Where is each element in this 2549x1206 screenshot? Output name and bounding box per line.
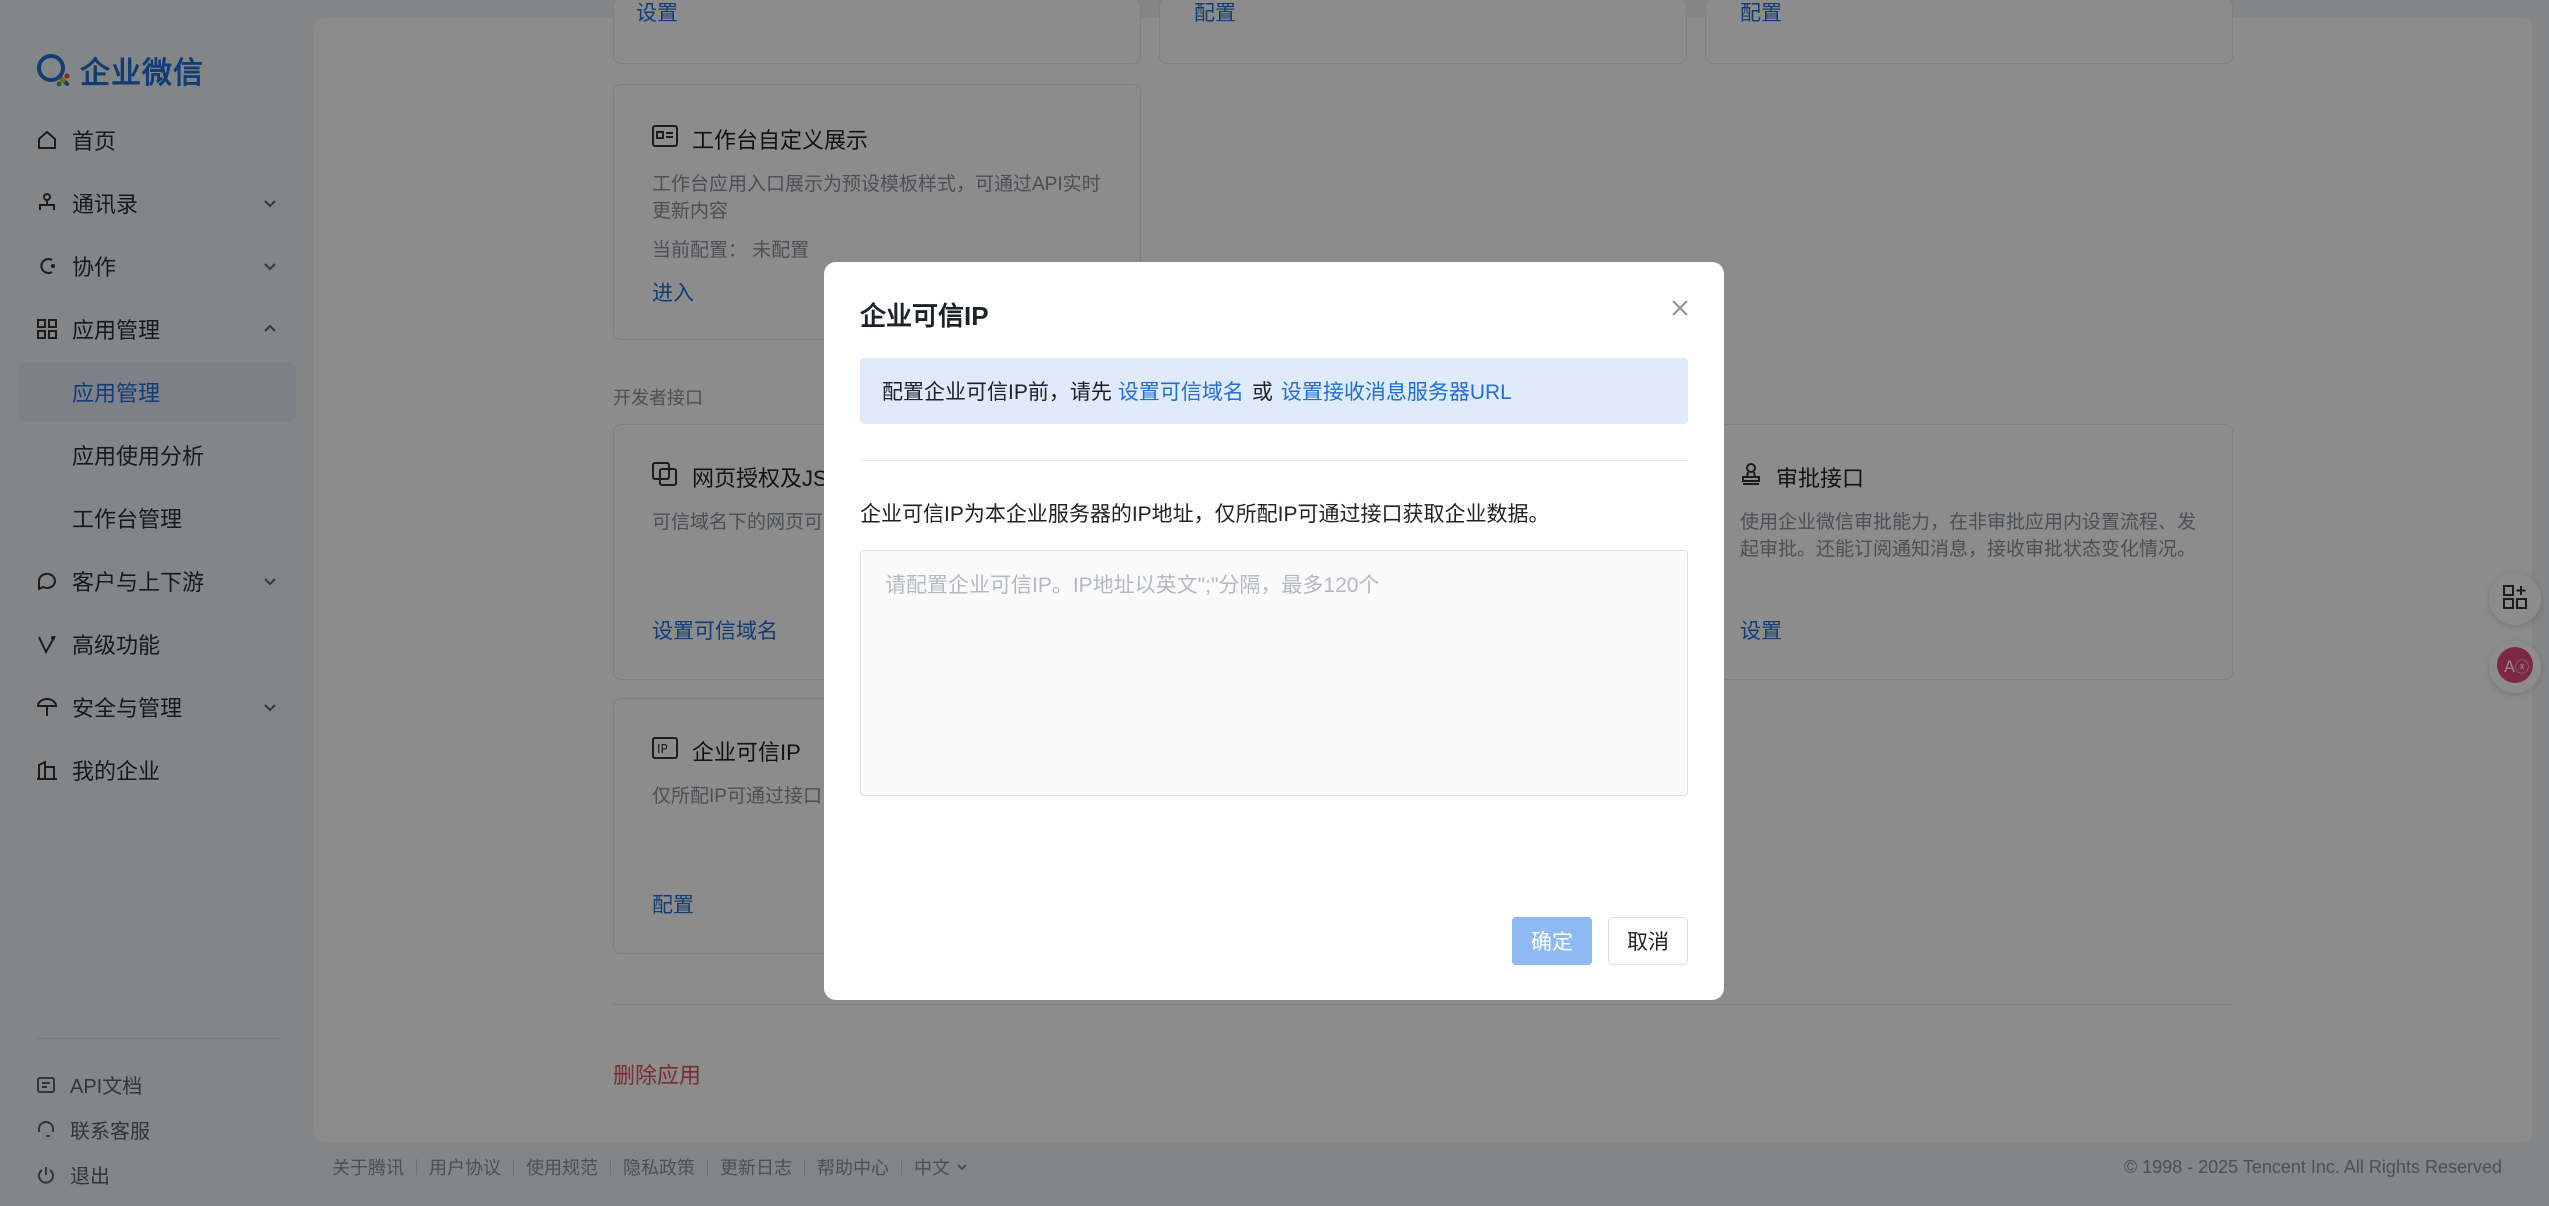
dialog-divider	[860, 460, 1688, 461]
notice-or: 或	[1251, 381, 1273, 404]
notice-banner: 配置企业可信IP前，请先 设置可信域名 或 设置接收消息服务器URL	[860, 358, 1688, 424]
trusted-ip-dialog: 企业可信IP 配置企业可信IP前，请先 设置可信域名 或 设置接收消息服务器UR…	[824, 262, 1724, 1000]
confirm-button[interactable]: 确定	[1512, 917, 1592, 965]
close-icon[interactable]	[1666, 294, 1694, 322]
trusted-ip-input[interactable]	[860, 550, 1688, 796]
notice-text: 配置企业可信IP前，请先	[882, 381, 1112, 404]
cancel-button[interactable]: 取消	[1608, 917, 1688, 965]
set-callback-url-link[interactable]: 设置接收消息服务器URL	[1281, 376, 1512, 406]
dialog-description: 企业可信IP为本企业服务器的IP地址，仅所配IP可通过接口获取企业数据。	[860, 503, 1550, 526]
dialog-title: 企业可信IP	[860, 301, 989, 331]
set-trusted-domain-link[interactable]: 设置可信域名	[1118, 376, 1244, 406]
